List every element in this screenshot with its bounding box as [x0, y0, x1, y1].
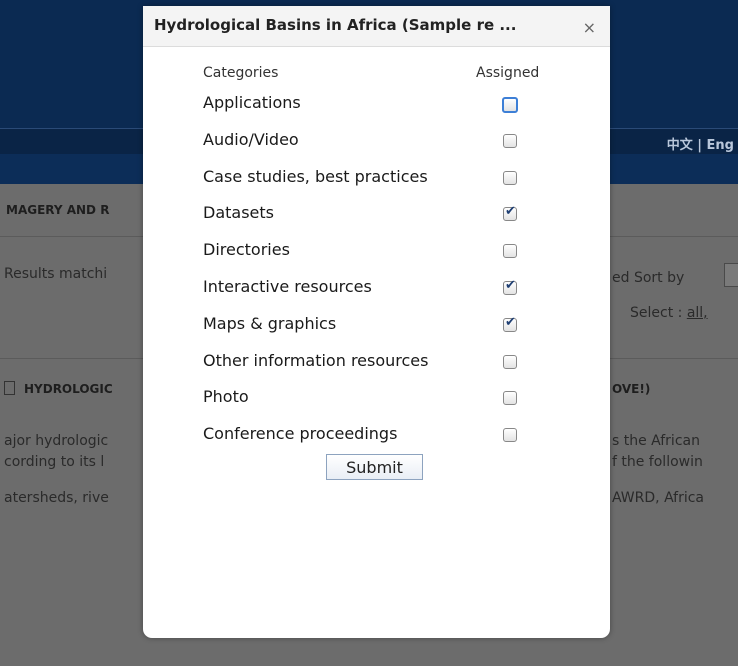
- assigned-checkbox[interactable]: [503, 355, 517, 369]
- select-label: Select : all,: [630, 305, 708, 321]
- assigned-checkbox[interactable]: [503, 428, 517, 442]
- category-label: Case studies, best practices: [203, 167, 428, 186]
- dialog-title: Hydrological Basins in Africa (Sample re…: [154, 16, 517, 34]
- category-label: Datasets: [203, 203, 274, 222]
- categories-header: Categories: [203, 65, 279, 81]
- category-label: Interactive resources: [203, 277, 372, 296]
- assigned-checkbox[interactable]: [503, 315, 517, 332]
- assigned-checkbox[interactable]: [503, 244, 517, 258]
- category-dialog: Hydrological Basins in Africa (Sample re…: [143, 6, 610, 638]
- results-text: Results matchi: [4, 266, 108, 282]
- divider: [0, 358, 143, 359]
- item-description-line: atersheds, rive: [4, 490, 109, 506]
- divider: [0, 236, 143, 237]
- category-label: Other information resources: [203, 351, 429, 370]
- category-label: Audio/Video: [203, 130, 299, 149]
- dialog-title-bar: Hydrological Basins in Africa (Sample re…: [143, 6, 610, 47]
- item-title-end: OVE!): [612, 382, 651, 396]
- language-links[interactable]: 中文 | Eng: [667, 134, 734, 153]
- category-label: Applications: [203, 93, 301, 112]
- assigned-checkbox[interactable]: [503, 204, 517, 221]
- item-description-line: AWRD, Africa: [612, 490, 704, 506]
- assigned-checkbox[interactable]: [502, 97, 518, 113]
- assigned-header: Assigned: [476, 65, 540, 81]
- assigned-checkbox[interactable]: [503, 134, 517, 148]
- assigned-checkbox[interactable]: [503, 171, 517, 185]
- category-label: Maps & graphics: [203, 314, 337, 333]
- close-icon[interactable]: ×: [583, 18, 596, 37]
- assigned-checkbox[interactable]: [503, 278, 517, 295]
- divider: [610, 236, 738, 237]
- sort-select[interactable]: [724, 263, 738, 287]
- category-label: Conference proceedings: [203, 424, 398, 443]
- item-description-line: cording to its l: [4, 454, 105, 470]
- assigned-checkbox[interactable]: [503, 391, 517, 405]
- item-title[interactable]: HYDROLOGIC: [24, 382, 113, 396]
- submit-button[interactable]: Submit: [326, 454, 423, 480]
- category-label: Photo: [203, 387, 249, 406]
- item-description-line: s the African: [612, 433, 700, 449]
- item-description-line: ajor hydrologic: [4, 433, 109, 449]
- select-all-link[interactable]: all,: [687, 305, 708, 321]
- item-checkbox[interactable]: [4, 381, 15, 395]
- sort-by-label: ed Sort by: [612, 270, 685, 286]
- category-label: Directories: [203, 240, 290, 259]
- section-heading: MAGERY AND R: [6, 203, 110, 217]
- item-description-line: f the followin: [612, 454, 703, 470]
- divider: [610, 358, 738, 359]
